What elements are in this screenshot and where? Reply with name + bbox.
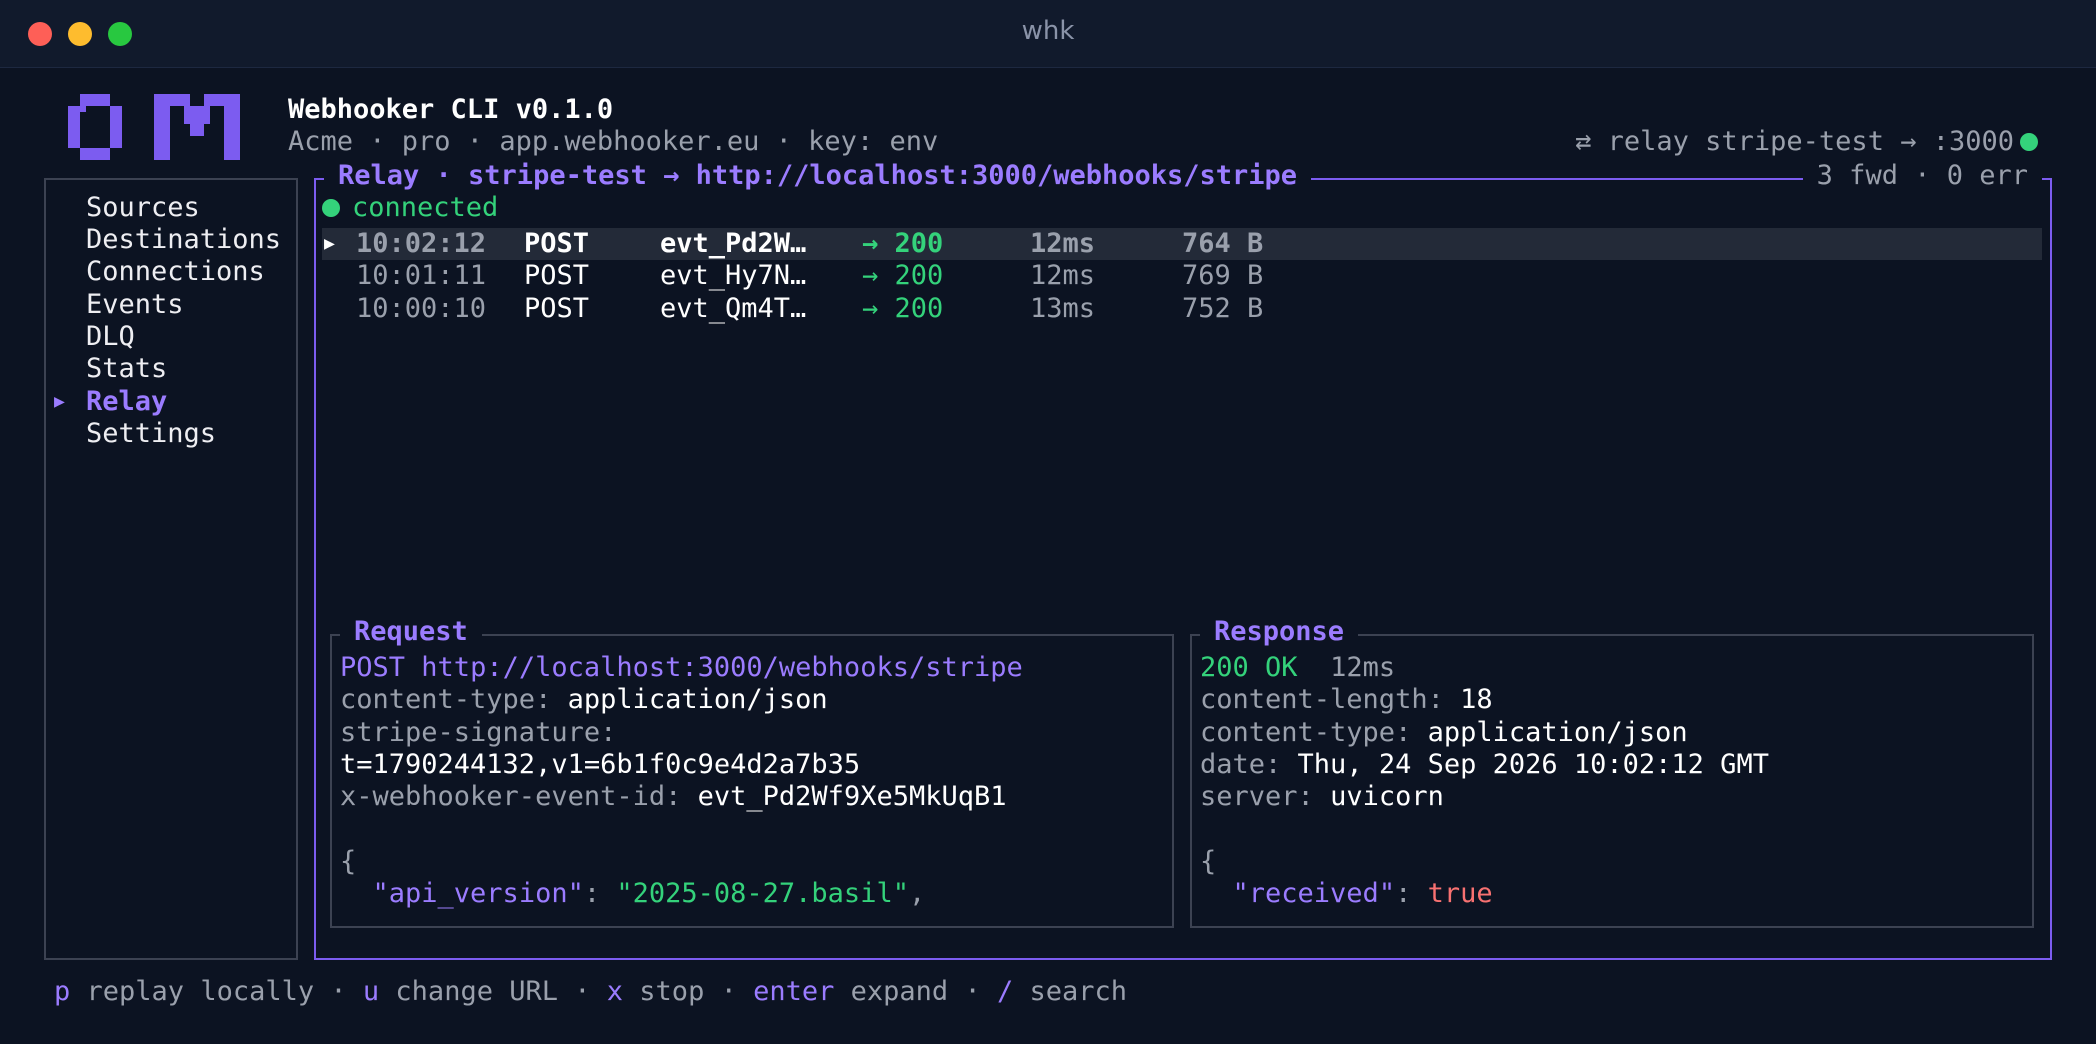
key-replay[interactable]: p xyxy=(54,976,70,1007)
row-time: 10:01:11 xyxy=(356,260,487,291)
sidebar-item-connections[interactable]: Connections xyxy=(86,256,265,288)
sidebar-item-sources[interactable]: Sources xyxy=(86,192,200,224)
key-stop[interactable]: x xyxy=(607,976,623,1007)
sidebar-item-events[interactable]: Events xyxy=(86,289,184,321)
sidebar-item-settings[interactable]: Settings xyxy=(86,418,216,450)
status-dot-icon xyxy=(2020,133,2038,151)
row-time: 10:02:12 xyxy=(356,228,487,259)
app-title: Webhooker CLI v0.1.0 xyxy=(288,94,614,125)
relay-counts: 3 fwd · 0 err xyxy=(1802,160,2042,192)
row-status: → 200 xyxy=(862,293,944,324)
request-method: POST xyxy=(340,652,406,683)
response-header: content-type: application/json xyxy=(1200,717,1688,748)
request-body-open: { xyxy=(340,846,357,877)
selection-caret-icon: ▶ xyxy=(54,391,65,412)
response-header: date: Thu, 24 Sep 2026 10:02:12 GMT xyxy=(1200,749,1769,780)
webhooker-logo-icon xyxy=(68,94,240,160)
row-latency: 13ms xyxy=(1030,293,1096,324)
response-header: server: uvicorn xyxy=(1200,781,1444,812)
request-url: http://localhost:3000/webhooks/stripe xyxy=(421,652,1023,683)
connected-dot-icon xyxy=(322,199,340,217)
response-status-line: 200 OK 12ms xyxy=(1200,652,1395,684)
key-change-url[interactable]: u xyxy=(363,976,379,1007)
sidebar-item-dlq[interactable]: DLQ xyxy=(86,321,135,353)
request-line: POST http://localhost:3000/webhooks/stri… xyxy=(340,652,1023,684)
request-body-field: "api_version": "2025-08-27.basil", xyxy=(372,878,926,909)
key-search[interactable]: / xyxy=(997,976,1013,1007)
row-status: → 200 xyxy=(862,228,944,259)
window-title: whk xyxy=(1021,16,1075,46)
response-status: 200 OK xyxy=(1200,652,1298,683)
account-info: Acme · pro · app.webhooker.eu · key: env xyxy=(288,126,939,157)
relay-status: ⇄ relay stripe-test → :3000 xyxy=(1575,126,2038,158)
terminal-content: Webhooker CLI v0.1.0 Acme · pro · app.we… xyxy=(0,68,2096,1044)
request-header: stripe-signature: xyxy=(340,717,617,748)
row-event-id: evt_Qm4T… xyxy=(660,293,807,324)
request-header-value: t=1790244132,v1=6b1f0c9e4d2a7b35 xyxy=(340,749,861,780)
row-event-id: evt_Hy7N… xyxy=(660,260,807,291)
response-body-open: { xyxy=(1200,846,1217,877)
terminal-window: whk Webhooker CLI v0.1.0 Acme · pro · ap… xyxy=(0,0,2096,1044)
request-header: x-webhooker-event-id: evt_Pd2Wf9Xe5MkUqB… xyxy=(340,781,1007,812)
response-body-field: "received": true xyxy=(1232,878,1493,909)
relay-panel-title: Relay · stripe-test → http://localhost:3… xyxy=(324,160,1312,192)
row-method: POST xyxy=(524,293,590,324)
row-latency: 12ms xyxy=(1030,228,1096,259)
sidebar-item-destinations[interactable]: Destinations xyxy=(86,224,281,256)
connection-status-text: connected xyxy=(352,192,499,223)
request-panel-title: Request xyxy=(340,616,482,648)
response-panel-title: Response xyxy=(1200,616,1359,648)
row-latency: 12ms xyxy=(1030,260,1096,291)
row-method: POST xyxy=(524,228,590,259)
response-latency: 12ms xyxy=(1330,652,1396,683)
row-method: POST xyxy=(524,260,590,291)
row-size: 764 B xyxy=(1182,228,1264,259)
row-size: 769 B xyxy=(1182,260,1264,291)
key-expand[interactable]: enter xyxy=(753,976,834,1007)
row-status: → 200 xyxy=(862,260,944,291)
sidebar-item-stats[interactable]: Stats xyxy=(86,353,167,385)
row-event-id: evt_Pd2W… xyxy=(660,228,807,259)
keybinding-bar: p replay locally · u change URL · x stop… xyxy=(54,976,1128,1007)
relay-status-text: ⇄ relay stripe-test → :3000 xyxy=(1575,126,2014,157)
row-size: 752 B xyxy=(1182,293,1264,324)
response-header: content-length: 18 xyxy=(1200,684,1493,715)
request-header: content-type: application/json xyxy=(340,684,828,715)
title-bar: whk xyxy=(0,0,2096,68)
connection-status: connected xyxy=(322,192,498,224)
row-time: 10:00:10 xyxy=(356,293,487,324)
row-caret-icon: ▶ xyxy=(324,233,335,254)
sidebar-item-relay[interactable]: Relay xyxy=(86,386,167,418)
